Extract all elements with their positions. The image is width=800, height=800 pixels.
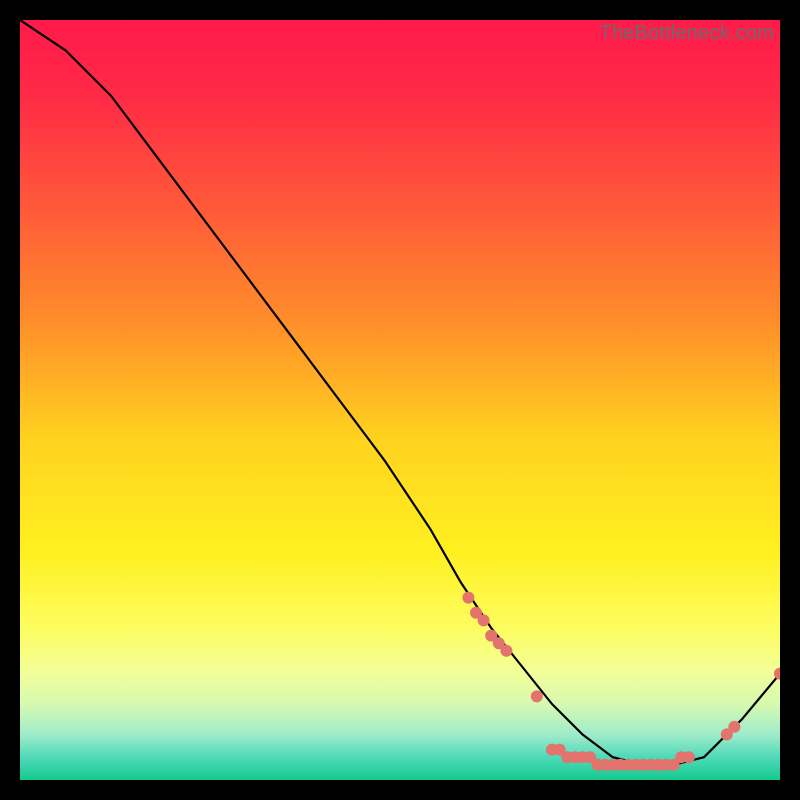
marker-point [531, 690, 543, 702]
marker-point [478, 614, 490, 626]
marker-point [500, 645, 512, 657]
chart-frame: TheBottleneck.com [20, 20, 780, 780]
marker-point [462, 592, 474, 604]
bottleneck-chart [20, 20, 780, 780]
marker-point [728, 721, 740, 733]
marker-point [683, 751, 695, 763]
chart-background [20, 20, 780, 780]
watermark-text: TheBottleneck.com [599, 22, 774, 45]
